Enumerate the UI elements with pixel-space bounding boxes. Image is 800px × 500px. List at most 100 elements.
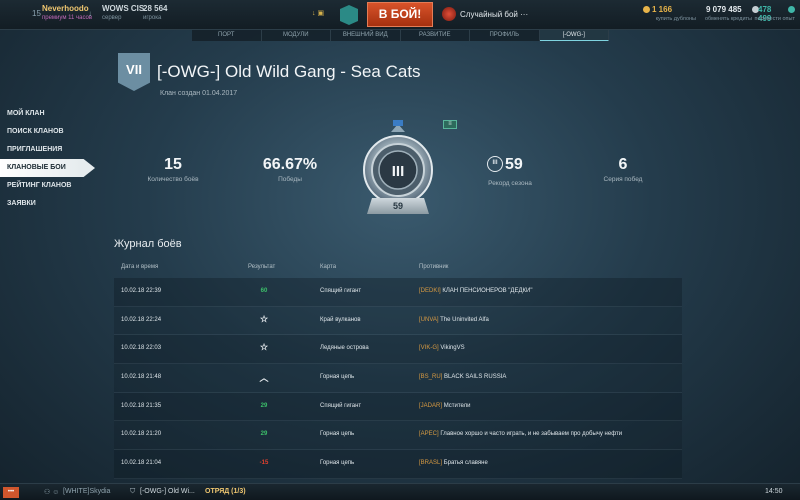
row-map: Ледяные острова — [320, 345, 369, 352]
battle-mode-selector[interactable]: Случайный бой ··· — [460, 10, 528, 19]
doubloon-icon — [643, 6, 650, 13]
clan-chat-icon[interactable]: ⛉ — [130, 488, 135, 496]
free-xp-icon — [788, 6, 795, 13]
opponent-tag[interactable]: [UNVA] — [419, 317, 439, 323]
stat-record-label: Рекорд сезона — [488, 180, 532, 187]
row-result: 60 — [260, 288, 268, 294]
contacts-icon[interactable]: ⚇ ☺ — [44, 488, 59, 496]
stat-streak-label: Серия побед — [603, 176, 643, 183]
flags-icon[interactable]: ↓ ▣ — [312, 9, 324, 17]
col-map[interactable]: Карта — [320, 264, 336, 270]
sidebar-item-my-clan[interactable]: МОЙ КЛАН — [0, 105, 95, 123]
row-opponent: [UNVA] The Uninvited Alfa — [419, 317, 489, 323]
row-date: 10.02.18 21:04 — [121, 460, 162, 467]
stat-wins-value: 66.67% — [262, 156, 318, 173]
sidebar-item-applications[interactable]: ЗАЯВКИ — [0, 195, 95, 213]
chat-channel-1[interactable]: [WHITE]Skydia — [63, 488, 110, 495]
tab-clan[interactable]: [-OWG-] — [539, 30, 609, 41]
opponent-name: Главное хоршо и часто играть, и не забыв… — [440, 431, 623, 438]
battle-mode-icon[interactable] — [442, 7, 456, 21]
league-rating: 59 — [367, 198, 429, 214]
stat-wins: 66.67% Победы — [250, 156, 330, 183]
opponent-tag[interactable]: [APEC] — [419, 431, 439, 437]
row-date: 10.02.18 22:24 — [121, 316, 162, 323]
sidebar-item-invitations[interactable]: ПРИГЛАШЕНИЯ — [0, 141, 95, 159]
row-opponent: [BRASL] Братья славяне — [419, 460, 488, 466]
row-opponent: [DEDKI] КЛАН ПЕНСИОНЕРОВ "ДЕДКИ" — [419, 288, 532, 294]
ship-tier-icon[interactable] — [340, 5, 358, 25]
opponent-tag[interactable]: [DEDKI] — [419, 288, 441, 294]
table-row[interactable]: 10.02.18 21:48 ︿ Горная цепь [BS_RU] BLA… — [114, 364, 682, 393]
convert-xp-link[interactable]: перевести опыт — [745, 16, 795, 22]
chevron-up-icon: ︿ — [259, 373, 269, 384]
row-result: 29 — [260, 402, 268, 409]
opponent-name: The Uninvited Alfa — [440, 316, 489, 323]
top-bar: 15 Neverhoodo премиум 11 часов ↓ WOWS CI… — [0, 0, 800, 30]
row-map: Спящий гигант — [320, 402, 362, 409]
tab-port[interactable]: ПОРТ — [192, 30, 262, 41]
opponent-tag[interactable]: [BS_RU] — [419, 374, 442, 380]
buy-doubloons-link[interactable]: купить дублоны — [640, 16, 696, 22]
opponent-name: Мстители — [443, 402, 471, 409]
stat-battles: 15 Количество боёв — [135, 156, 211, 183]
opponent-name: VikingVS — [440, 345, 465, 352]
clan-created-date: Клан создан 01.04.2017 — [160, 90, 238, 97]
battle-journal-title: Журнал боёв — [114, 238, 182, 250]
squad-button[interactable]: ОТРЯД (1/3) — [205, 488, 246, 495]
table-row[interactable]: 10.02.18 21:20 29 Горная цепь [APEC] Гла… — [114, 421, 682, 451]
row-date: 10.02.18 22:03 — [121, 345, 162, 352]
tab-profile[interactable]: ПРОФИЛЬ — [470, 30, 540, 41]
col-result[interactable]: Результат — [248, 264, 275, 270]
star-chevron-icon: ☆ — [259, 342, 269, 353]
table-row[interactable]: 10.02.18 21:04 -15 Горная цепь [BRASL] Б… — [114, 450, 682, 479]
sidebar-item-clan-rating[interactable]: РЕЙТИНГ КЛАНОВ — [0, 177, 95, 195]
opponent-tag[interactable]: [JADAR] — [419, 403, 442, 409]
row-map: Горная цепь — [320, 460, 355, 467]
table-row[interactable]: 10.02.18 22:39 60 Спящий гигант [DEDKI] … — [114, 278, 682, 307]
row-opponent: [JADAR] Мстители — [419, 403, 471, 409]
opponent-tag[interactable]: [VIK-G] — [419, 345, 439, 351]
bottom-bar: ••• ⚇ ☺ [WHITE]Skydia ⛉ [-OWG-] Old Wi..… — [0, 483, 800, 500]
row-opponent: [APEC] Главное хоршо и часто играть, и н… — [419, 431, 622, 437]
journal-table-header: Дата и время Результат Карта Противник — [114, 262, 682, 274]
online-label: игрока — [143, 15, 162, 21]
tab-exterior[interactable]: ВНЕШНИЙ ВИД — [331, 30, 401, 41]
clan-title: [-OWG-] Old Wild Gang - Sea Cats — [157, 62, 421, 81]
sidebar-item-clan-search[interactable]: ПОИСК КЛАНОВ — [0, 123, 95, 141]
row-opponent: [BS_RU] BLACK SAILS RUSSIA — [419, 374, 506, 380]
doubloons-value: 1 166 — [652, 5, 673, 14]
star-chevron-icon: ☆ — [259, 313, 269, 324]
col-date[interactable]: Дата и время — [121, 264, 158, 270]
record-league-icon: III — [487, 156, 503, 172]
tab-modules[interactable]: МОДУЛИ — [261, 30, 331, 41]
sidebar-item-clan-battles[interactable]: КЛАНОВЫЕ БОИ — [0, 159, 95, 177]
journal-table: 10.02.18 22:39 60 Спящий гигант [DEDKI] … — [114, 278, 682, 479]
list-info-icon[interactable]: ≡ — [443, 120, 457, 129]
to-battle-button[interactable]: В БОЙ! — [367, 2, 433, 27]
col-opponent[interactable]: Противник — [419, 264, 448, 270]
arrow-down-icon[interactable]: ↓ — [88, 9, 92, 18]
chat-channel-2[interactable]: [-OWG-] Old Wi... — [140, 488, 195, 495]
stat-streak: 6 Серия побед — [590, 156, 656, 183]
stat-record-value: 59 — [505, 156, 523, 173]
row-date: 10.02.18 22:39 — [121, 288, 162, 294]
row-date: 10.02.18 21:20 — [121, 431, 162, 438]
opponent-name: Братья славяне — [443, 460, 488, 467]
row-opponent: [VIK-G] VikingVS — [419, 345, 465, 351]
username[interactable]: Neverhoodo — [42, 4, 89, 13]
online-count: 28 564 — [143, 4, 168, 13]
opponent-name: КЛАН ПЕНСИОНЕРОВ "ДЕДКИ" — [442, 288, 533, 294]
clan-level-badge: VII — [118, 53, 150, 91]
main-menu-button[interactable]: ••• — [3, 487, 19, 498]
table-row[interactable]: 10.02.18 21:35 29 Спящий гигант [JADAR] … — [114, 392, 682, 422]
tab-research[interactable]: РАЗВИТИЕ — [400, 30, 470, 41]
stat-battles-value: 15 — [164, 156, 182, 173]
row-result: -15 — [259, 460, 269, 467]
table-row[interactable]: 10.02.18 22:24 ☆ Край вулканов [UNVA] Th… — [114, 306, 682, 336]
stat-record: 59 — [505, 156, 529, 174]
table-row[interactable]: 10.02.18 22:03 ☆ Ледяные острова [VIK-G]… — [114, 335, 682, 365]
row-map: Горная цепь — [320, 374, 355, 381]
account-level: 15 — [32, 9, 41, 18]
server-name: WOWS CIS — [102, 4, 145, 13]
opponent-tag[interactable]: [BRASL] — [419, 460, 442, 466]
